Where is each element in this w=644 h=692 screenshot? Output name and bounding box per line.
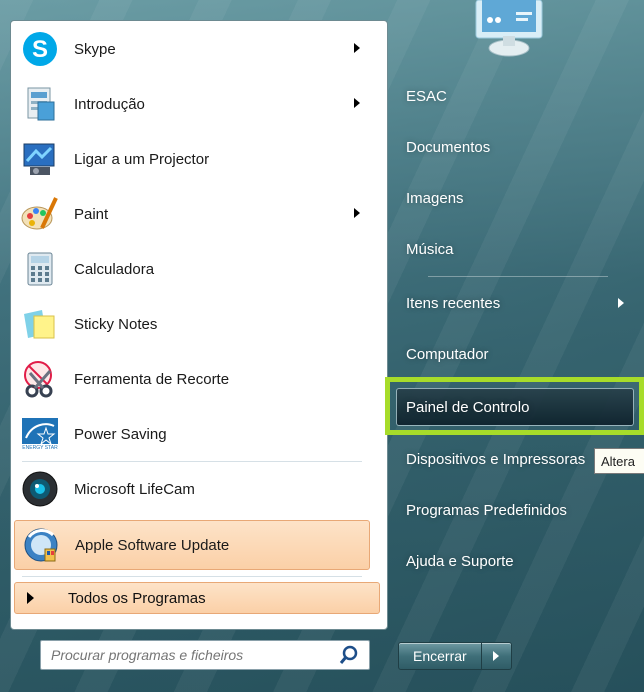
link-default-programs[interactable]: Programas Predefinidos	[396, 492, 636, 528]
link-label: Computador	[406, 345, 489, 363]
program-label: Power Saving	[74, 425, 167, 443]
link-label: Ajuda e Suporte	[406, 552, 514, 570]
search-area	[10, 628, 388, 684]
link-label: ESAC	[406, 87, 447, 105]
all-programs-label: Todos os Programas	[68, 589, 206, 607]
shutdown-options-button[interactable]	[481, 642, 512, 670]
expand-arrow-icon	[27, 592, 34, 604]
program-label: Apple Software Update	[75, 536, 230, 554]
paint-icon	[20, 194, 60, 234]
calculator-icon	[20, 249, 60, 289]
program-item-skype[interactable]: S Skype	[14, 24, 370, 74]
link-label: Documentos	[406, 138, 491, 156]
link-help-support[interactable]: Ajuda e Suporte	[396, 543, 636, 579]
divider	[428, 276, 608, 277]
link-user-folder[interactable]: ESAC	[396, 78, 636, 114]
tooltip-text: Altera	[601, 453, 635, 469]
snipping-tool-icon	[20, 359, 60, 399]
shutdown-group: Encerrar	[398, 642, 512, 670]
link-label: Dispositivos e Impressoras	[406, 450, 586, 468]
all-programs-button[interactable]: Todos os Programas	[14, 582, 380, 614]
svg-text:ENERGY STAR: ENERGY STAR	[22, 445, 58, 451]
shutdown-button[interactable]: Encerrar	[398, 642, 482, 670]
program-item-snipping-tool[interactable]: Ferramenta de Recorte	[14, 354, 370, 404]
submenu-arrow-icon	[618, 298, 624, 308]
search-icon[interactable]	[337, 643, 361, 667]
link-label: Imagens	[406, 189, 464, 207]
program-label: Paint	[74, 205, 109, 223]
divider	[22, 576, 362, 577]
link-label: Painel de Controlo	[406, 398, 530, 416]
link-documents[interactable]: Documentos	[396, 129, 636, 165]
webcam-icon	[20, 469, 60, 509]
submenu-arrow-icon	[354, 43, 360, 53]
skype-icon: S	[20, 29, 60, 69]
link-recent-items[interactable]: Itens recentes	[396, 285, 636, 321]
program-label: Ferramenta de Recorte	[74, 370, 230, 388]
projector-icon	[20, 139, 60, 179]
program-label: Ligar a um Projector	[74, 150, 210, 168]
shutdown-label: Encerrar	[413, 648, 467, 664]
link-computer[interactable]: Computador	[396, 336, 636, 372]
program-item-introducao[interactable]: Introdução	[14, 79, 370, 129]
link-label: Itens recentes	[406, 294, 501, 312]
program-label: Microsoft LifeCam	[74, 480, 195, 498]
tooltip: Altera	[594, 448, 644, 474]
program-item-power-saving[interactable]: ENERGY STAR Power Saving	[14, 409, 370, 459]
submenu-arrow-icon	[354, 208, 360, 218]
program-item-projector[interactable]: Ligar a um Projector	[14, 134, 370, 184]
user-picture-icon[interactable]	[472, 0, 546, 60]
submenu-arrow-icon	[354, 98, 360, 108]
program-item-lifecam[interactable]: Microsoft LifeCam	[14, 464, 370, 514]
energy-star-icon: ENERGY STAR	[20, 414, 60, 454]
sticky-notes-icon	[20, 304, 60, 344]
search-box[interactable]	[40, 640, 370, 670]
search-input[interactable]	[41, 641, 337, 669]
link-control-panel[interactable]: Painel de Controlo	[396, 389, 636, 425]
link-label: Música	[406, 240, 454, 258]
program-label: Skype	[74, 40, 116, 58]
program-label: Introdução	[74, 95, 145, 113]
program-item-apple-software-update[interactable]: Apple Software Update	[14, 520, 370, 570]
chevron-right-icon	[492, 651, 499, 661]
link-pictures[interactable]: Imagens	[396, 180, 636, 216]
program-label: Calculadora	[74, 260, 155, 278]
divider	[22, 461, 362, 462]
link-label: Programas Predefinidos	[406, 501, 567, 519]
program-item-paint[interactable]: Paint	[14, 189, 370, 239]
getting-started-icon	[20, 84, 60, 124]
program-item-calculadora[interactable]: Calculadora	[14, 244, 370, 294]
apple-update-icon	[21, 525, 61, 565]
program-item-sticky-notes[interactable]: Sticky Notes	[14, 299, 370, 349]
link-music[interactable]: Música	[396, 231, 636, 267]
svg-text:S: S	[32, 36, 48, 63]
program-label: Sticky Notes	[74, 315, 158, 333]
